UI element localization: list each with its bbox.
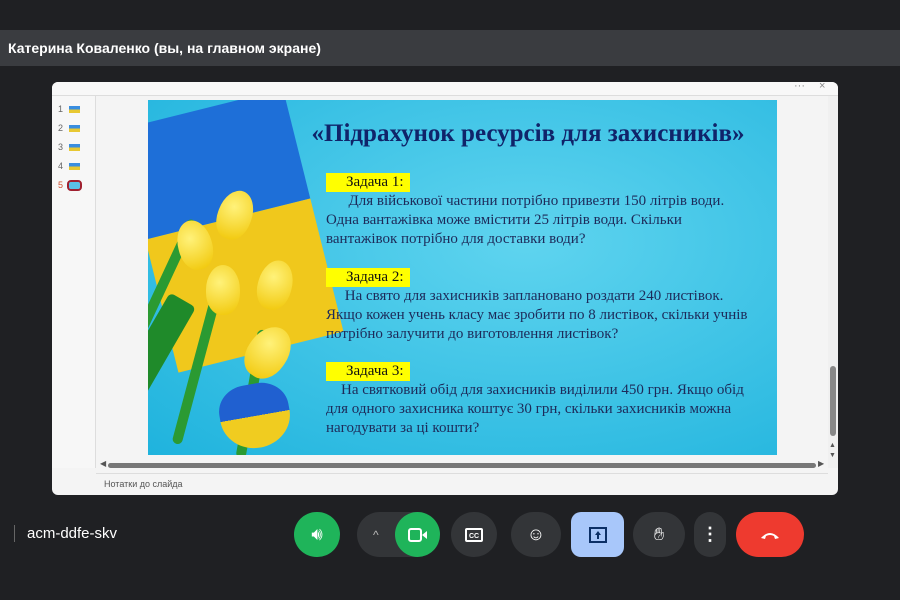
thumbnail-slide-1[interactable]: 1 [58,104,81,114]
presentation-window: ··· × 1 2 3 4 5 «Підрахунок ресурсів для… [52,82,838,495]
current-slide: «Підрахунок ресурсів для захисників» Зад… [148,100,777,455]
thumbnail-slide-3[interactable]: 3 [58,142,81,152]
close-icon[interactable]: × [819,82,825,92]
slide-number: 1 [58,104,64,114]
task-label: Задача 3: [326,362,410,381]
slide-title: «Підрахунок ресурсів для захисників» [311,120,745,147]
thumbnail-slide-2[interactable]: 2 [58,123,81,133]
task-text-line: для одного захисника коштує 30 грн, скіл… [326,401,732,417]
chevron-up-icon[interactable]: ^ [373,528,379,542]
slide-thumbnail-image [69,105,81,113]
end-call-button[interactable] [736,512,804,557]
reactions-button[interactable]: ☺ [511,512,561,557]
thumbnail-slide-4[interactable]: 4 [58,161,81,171]
meeting-code: acm-ddfe-skv [14,525,117,542]
slide-thumbnail-image [67,179,83,191]
hand-icon: ✋︎ [653,524,665,544]
presenter-title: Катерина Коваленко (вы, на главном экран… [0,30,900,66]
slide-thumbnail-image [69,143,81,151]
present-screen-icon [588,526,607,543]
task-text-line: Якщо кожен учень класу має зробити по 8 … [326,307,748,323]
task-text-line: Для військової частини потрібно привезти… [326,193,725,209]
task-text-line: На святковий обід для захисників виділил… [326,382,744,398]
more-options-button[interactable]: ⋮ [694,512,726,557]
present-button[interactable] [571,512,624,557]
task-3: Задача 3: На святковий обід для захисник… [326,362,744,438]
task-label: Задача 2: [326,268,410,287]
task-1: Задача 1: Для військової частини потрібн… [326,173,724,249]
emoji-icon: ☺ [526,524,546,544]
slide-number: 5 [58,180,64,190]
task-text-line: потрібно залучити до виготовлення листів… [326,326,619,342]
scroll-up-icon[interactable]: ▲ [829,442,836,449]
slide-thumbnails: 1 2 3 4 5 [52,96,96,468]
task-text-line: На свято для захисників заплановано розд… [326,288,724,304]
audio-button[interactable]: 🔊︎ [294,512,340,557]
scroll-right-icon[interactable]: ▶ [818,459,824,468]
scrollbar-thumb[interactable] [108,463,816,468]
slide-number: 3 [58,142,64,152]
more-icon[interactable]: ··· [794,82,805,92]
slide-number: 4 [58,161,64,171]
video-camera-icon [407,527,427,542]
horizontal-scrollbar[interactable]: ◀ ▶ [100,459,824,470]
scrollbar-thumb[interactable] [830,366,836,436]
task-text-line: вантажівок потрібно для доставки води? [326,231,586,247]
task-2: Задача 2: На свято для захисників заплан… [326,268,747,344]
slide-number: 2 [58,123,64,133]
thumbnail-slide-5[interactable]: 5 [58,179,83,191]
task-text-line: нагодувати за ці кошти? [326,420,480,436]
task-text-line: Одна вантажівка може вмістити 25 літрів … [326,212,682,228]
vertical-scrollbar[interactable]: ▲ ▼ [828,96,838,468]
camera-button[interactable] [395,512,440,557]
scroll-left-icon[interactable]: ◀ [100,459,106,468]
more-vertical-icon: ⋮ [701,524,719,544]
slide-thumbnail-image [69,124,81,132]
closed-captions-icon: CC [465,527,483,542]
svg-text:CC: CC [469,533,479,540]
captions-button[interactable]: CC [451,512,497,557]
hang-up-icon [761,532,779,539]
scroll-down-icon[interactable]: ▼ [829,452,836,459]
speaker-icon: 🔊︎ [311,524,323,544]
task-label: Задача 1: [326,173,410,192]
window-bar: ··· × [52,82,838,96]
slide-notes-field[interactable]: Нотатки до слайда [96,473,828,495]
heart-image [214,378,296,454]
slide-thumbnail-image [69,162,81,170]
raise-hand-button[interactable]: ✋︎ [633,512,685,557]
